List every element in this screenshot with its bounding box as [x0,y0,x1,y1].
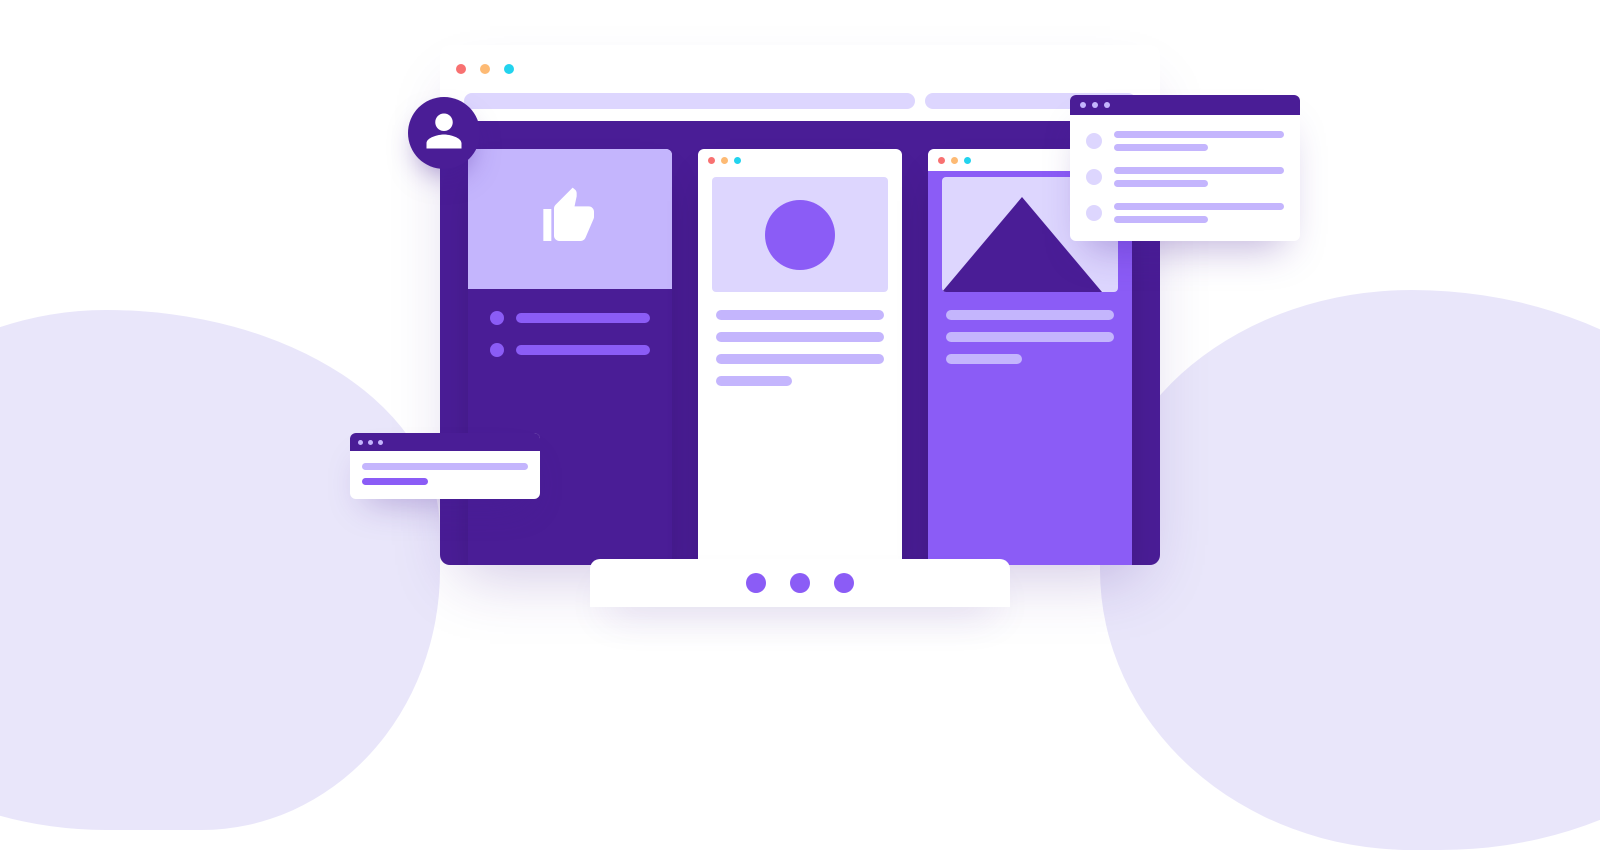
browser-window [440,45,1160,565]
bullet-icon [1086,205,1102,221]
placeholder-line [516,313,650,323]
placeholder-line [1114,167,1284,174]
dock-dot-icon[interactable] [834,573,854,593]
window-dot-close-icon[interactable] [456,64,466,74]
placeholder-line [716,376,792,386]
bullet-icon [490,343,504,357]
list-item [1086,167,1284,187]
list-item [490,311,650,325]
profile-card-body [698,292,902,406]
popup-list[interactable] [1070,95,1300,241]
placeholder-line [946,354,1022,364]
placeholder-line [1114,180,1208,187]
placeholder-line [362,463,528,470]
popup-body [350,451,540,499]
browser-content [440,121,1160,565]
window-dot-close-icon [938,157,945,164]
placeholder-line [716,310,884,320]
placeholder-line [1114,131,1284,138]
image-card-body [928,292,1132,384]
window-dot-expand-icon [964,157,971,164]
user-avatar-badge[interactable] [408,97,480,169]
placeholder-line [516,345,650,355]
bottom-dock [590,559,1010,607]
popup-small[interactable] [350,433,540,499]
placeholder-line [362,478,428,485]
browser-titlebar [440,45,1160,93]
bullet-icon [1086,169,1102,185]
browser-addressbar-row [440,93,1160,121]
popup-titlebar [350,433,540,451]
dock-dot-icon[interactable] [790,573,810,593]
person-icon [423,110,465,157]
placeholder-line [946,310,1114,320]
window-dot-icon [378,440,383,445]
popup-titlebar [1070,95,1300,115]
window-dot-icon [358,440,363,445]
list-item [490,343,650,357]
profile-card[interactable] [698,149,902,565]
list-item [1086,203,1284,223]
like-card-body [468,289,672,565]
window-dot-icon [1080,102,1086,108]
avatar-circle-icon [765,200,835,270]
window-dot-icon [1104,102,1110,108]
background-blob-left [0,310,440,830]
placeholder-line [716,332,884,342]
placeholder-line [1114,144,1208,151]
dock-dot-icon[interactable] [746,573,766,593]
placeholder-line [946,332,1114,342]
window-dot-icon [368,440,373,445]
window-dot-minimize-icon [951,157,958,164]
like-card[interactable] [468,149,672,565]
popup-body [1070,115,1300,241]
card-titlebar [698,149,902,171]
bullet-icon [490,311,504,325]
placeholder-line [1114,216,1208,223]
address-bar[interactable] [464,93,915,109]
window-dot-icon [1092,102,1098,108]
bullet-icon [1086,133,1102,149]
placeholder-line [716,354,884,364]
window-dot-expand-icon[interactable] [504,64,514,74]
profile-card-media [712,177,888,292]
illustration-stage [390,35,1210,615]
window-dot-close-icon [708,157,715,164]
list-item [1086,131,1284,151]
placeholder-line [1114,203,1284,210]
window-dot-minimize-icon[interactable] [480,64,490,74]
thumbs-up-icon [538,185,602,254]
window-dot-expand-icon [734,157,741,164]
window-dot-minimize-icon [721,157,728,164]
like-card-media [468,149,672,289]
